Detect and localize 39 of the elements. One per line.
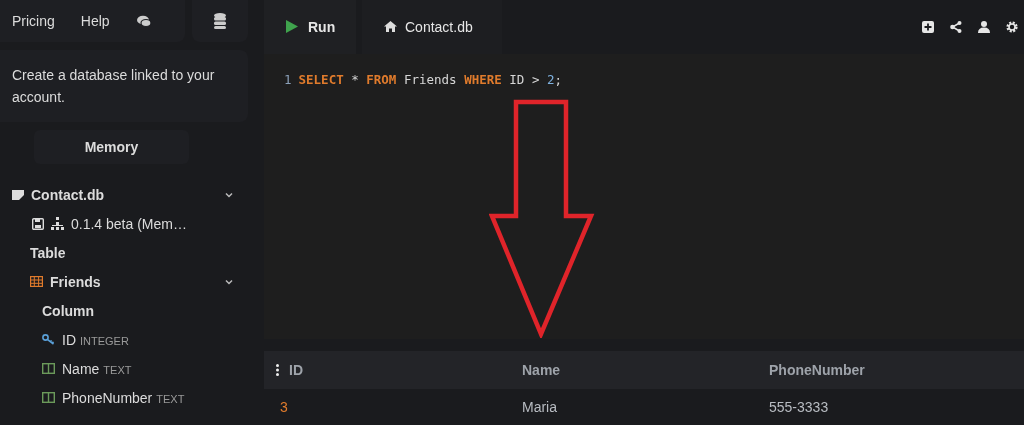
settings-icon[interactable]	[1006, 20, 1018, 33]
share-icon[interactable]	[950, 20, 962, 33]
code-line: SELECT * FROM Friends WHERE ID > 2;	[298, 71, 563, 87]
column-icon	[42, 392, 55, 403]
info-text: Create a database linked to your account.	[0, 50, 248, 122]
file-icon	[12, 188, 24, 201]
column-name[interactable]: PhoneNumber TEXT	[62, 389, 185, 406]
save-icon[interactable]	[32, 217, 44, 230]
database-icon	[214, 13, 226, 29]
more-icon[interactable]	[276, 364, 279, 376]
chat-icon[interactable]	[135, 14, 152, 28]
nav-link[interactable]: Pricing	[12, 13, 55, 29]
table-cell: 555-3333	[769, 399, 829, 415]
database-tab[interactable]	[192, 0, 248, 42]
code-editor[interactable]: 1 SELECT * FROM Friends WHERE ID > 2;	[264, 53, 1024, 339]
version-label: 0.1.4 beta (Mem…	[71, 215, 187, 232]
run-button[interactable]: Run	[264, 0, 356, 54]
database-name[interactable]: Contact.db	[31, 186, 105, 203]
column-name[interactable]: ID INTEGER	[62, 331, 129, 348]
user-icon[interactable]	[978, 20, 990, 33]
add-icon[interactable]	[922, 20, 934, 33]
column-header[interactable]: Name	[522, 362, 561, 378]
hierarchy-icon[interactable]	[51, 217, 64, 230]
column-name[interactable]: Name TEXT	[62, 360, 132, 377]
column-icon	[42, 363, 55, 374]
play-icon	[286, 20, 298, 34]
section-heading: Table	[30, 244, 66, 261]
table-cell: Maria	[522, 399, 557, 415]
table-cell: 3	[280, 399, 288, 415]
column-header[interactable]: PhoneNumber	[769, 362, 865, 378]
column-header[interactable]: ID	[289, 362, 303, 378]
memory-button[interactable]: Memory	[34, 130, 189, 164]
key-icon	[42, 334, 55, 345]
line-number: 1	[284, 71, 292, 87]
table-icon	[30, 276, 43, 287]
nav-link[interactable]: Help	[80, 13, 110, 29]
table-name[interactable]: Friends	[50, 273, 101, 290]
section-heading: Column	[42, 302, 95, 319]
home-icon	[384, 21, 397, 33]
